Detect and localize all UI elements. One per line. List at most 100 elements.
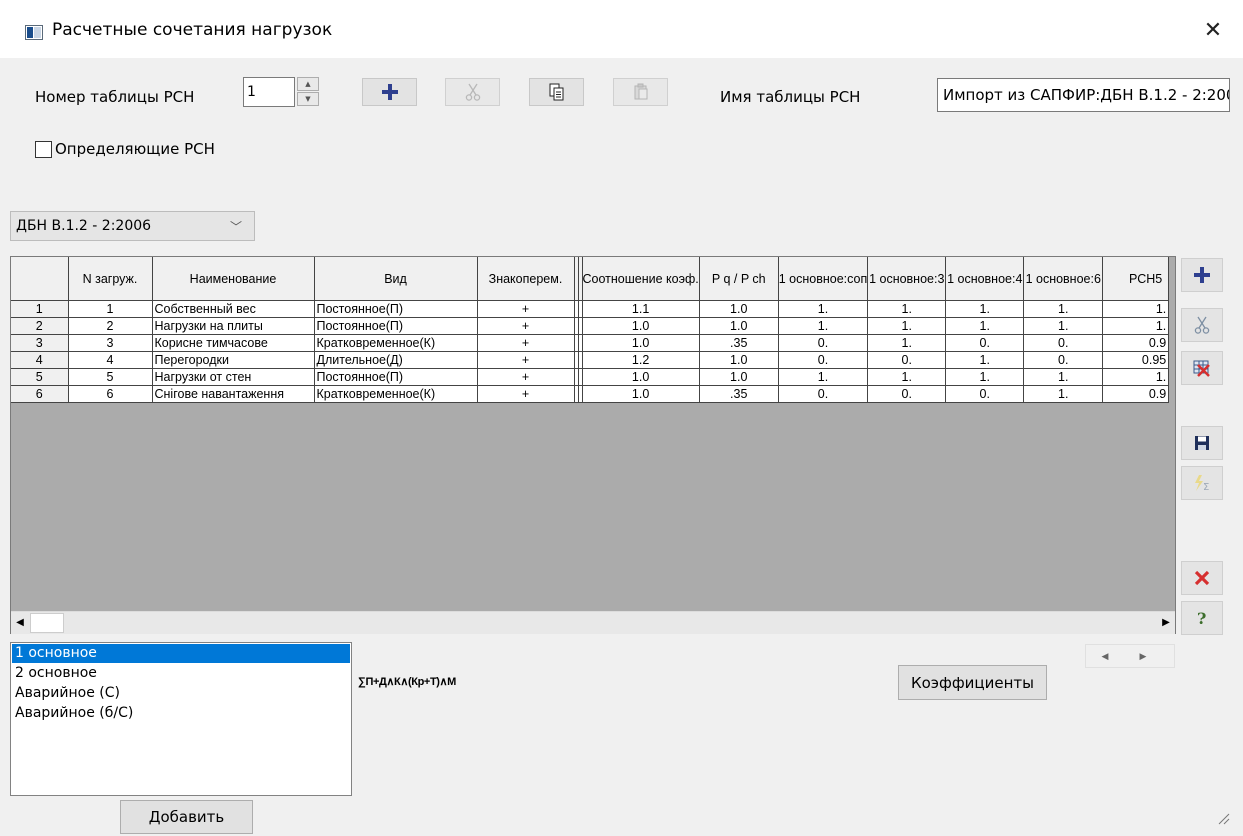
cell-ratio[interactable]: 1.0 (582, 385, 700, 403)
cell-combo[interactable]: 1. (945, 368, 1025, 386)
cell-pq[interactable]: 1.0 (699, 300, 779, 318)
cell-ratio[interactable]: 1.2 (582, 351, 700, 369)
row-header[interactable]: 2 (11, 317, 69, 335)
cell-combo[interactable]: 1. (945, 300, 1025, 318)
cell-combo[interactable]: 1. (867, 317, 947, 335)
grid-horizontal-scrollbar[interactable]: ◀ ▶ (11, 611, 1175, 634)
cell-pq[interactable]: 1.0 (699, 317, 779, 335)
cell-combo[interactable]: 1. (867, 334, 947, 352)
save-button[interactable] (1181, 426, 1223, 460)
cell-kind[interactable]: Длительное(Д) (314, 351, 478, 369)
row-header[interactable]: 1 (11, 300, 69, 318)
cut-row-button[interactable] (1181, 308, 1223, 342)
list-item[interactable]: Аварийное (С) (12, 684, 350, 703)
cell-kind[interactable]: Постоянное(П) (314, 300, 478, 318)
cell-combo[interactable]: 1. (1023, 317, 1104, 335)
cell-kind[interactable]: Кратковременное(К) (314, 385, 478, 403)
col-header-ratio[interactable]: Соотношение коэф. (582, 257, 700, 301)
delete-rows-button[interactable] (1181, 351, 1223, 385)
spinner-up-button[interactable]: ▲ (297, 77, 319, 91)
cell-combo[interactable]: 0. (1023, 351, 1104, 369)
cell-rsn5[interactable]: 1. (1102, 317, 1170, 335)
row-header[interactable]: 3 (11, 334, 69, 352)
cell-combo[interactable]: 1. (1023, 368, 1104, 386)
cell-combo[interactable]: 0. (945, 385, 1025, 403)
col-header-kind[interactable]: Вид (314, 257, 478, 301)
cell-name[interactable]: Корисне тимчасове (152, 334, 315, 352)
list-item[interactable]: 2 основное (12, 664, 350, 683)
cell-pq[interactable]: 1.0 (699, 351, 779, 369)
cell-combo[interactable]: 1. (778, 317, 869, 335)
cell-rsn5[interactable]: 1. (1102, 368, 1170, 386)
cell-ratio[interactable]: 1.0 (582, 334, 700, 352)
cell-name[interactable]: Снігове навантаження (152, 385, 315, 403)
cell-combo[interactable]: 1. (1023, 385, 1104, 403)
col-header-combo-3[interactable]: 1 основное:4 (945, 257, 1025, 301)
cell-sign[interactable]: + (477, 334, 575, 352)
cell-pq[interactable]: .35 (699, 334, 779, 352)
cell-combo[interactable]: 1. (1023, 300, 1104, 318)
nav-right-arrow-icon[interactable]: ▶ (1132, 645, 1154, 669)
col-header-name[interactable]: Наименование (152, 257, 315, 301)
row-header[interactable]: 5 (11, 368, 69, 386)
cell-combo[interactable]: 0. (778, 351, 869, 369)
cell-combo[interactable]: 1. (778, 368, 869, 386)
col-header-rsn5[interactable]: РСН5 (1102, 257, 1170, 301)
help-button[interactable]: ? (1181, 601, 1223, 635)
cell-sign[interactable]: + (477, 351, 575, 369)
cell-combo[interactable]: 0. (867, 351, 947, 369)
cell-ratio[interactable]: 1.1 (582, 300, 700, 318)
table-number-input[interactable] (243, 77, 295, 107)
cell-combo[interactable]: 1. (945, 317, 1025, 335)
cell-combo[interactable]: 1. (945, 351, 1025, 369)
calculate-button[interactable]: Σ (1181, 466, 1223, 500)
row-header[interactable]: 6 (11, 385, 69, 403)
defining-combinations-checkbox[interactable] (35, 141, 52, 158)
coefficients-button[interactable]: Коэффициенты (898, 665, 1047, 700)
table-row[interactable]: 3 3 Корисне тимчасове Кратковременное(К)… (11, 334, 1170, 352)
col-header-pq-pch[interactable]: P q / P ch (699, 257, 779, 301)
cell-ratio[interactable]: 1.0 (582, 317, 700, 335)
col-header-combo-2[interactable]: 1 основное:3 (867, 257, 947, 301)
list-item[interactable]: 1 основное (12, 644, 350, 663)
scroll-left-arrow-icon[interactable]: ◀ (11, 612, 29, 634)
cell-name[interactable]: Перегородки (152, 351, 315, 369)
cell-kind[interactable]: Постоянное(П) (314, 368, 478, 386)
add-button[interactable]: Добавить (120, 800, 253, 834)
cell-name[interactable]: Нагрузки от стен (152, 368, 315, 386)
col-header-load-number[interactable]: N загруж. (68, 257, 153, 301)
table-name-input[interactable] (937, 78, 1230, 112)
scrollbar-thumb[interactable] (30, 613, 64, 633)
table-row[interactable]: 1 1 Собственный вес Постоянное(П) + 1.1 … (11, 300, 1170, 318)
add-table-button[interactable] (362, 78, 417, 106)
col-header-combo-4[interactable]: 1 основное:6 (1023, 257, 1104, 301)
cell-sign[interactable]: + (477, 385, 575, 403)
scroll-right-arrow-icon[interactable]: ▶ (1157, 612, 1175, 634)
table-row[interactable]: 4 4 Перегородки Длительное(Д) + 1.2 1.0 … (11, 351, 1170, 369)
cell-load-number[interactable]: 6 (68, 385, 153, 403)
cell-combo[interactable]: 0. (945, 334, 1025, 352)
cell-sign[interactable]: + (477, 368, 575, 386)
col-header-sign[interactable]: Знакоперем. (477, 257, 575, 301)
cell-rsn5[interactable]: 0.9 (1102, 334, 1170, 352)
cell-combo[interactable]: 0. (778, 334, 869, 352)
cell-load-number[interactable]: 3 (68, 334, 153, 352)
cell-kind[interactable]: Кратковременное(К) (314, 334, 478, 352)
list-item[interactable]: Аварийное (б/С) (12, 704, 350, 723)
cell-pq[interactable]: .35 (699, 385, 779, 403)
cell-name[interactable]: Нагрузки на плиты (152, 317, 315, 335)
cell-rsn5[interactable]: 0.95 (1102, 351, 1170, 369)
cell-ratio[interactable]: 1.0 (582, 368, 700, 386)
close-button[interactable]: ✕ (1196, 14, 1230, 48)
col-header-combo-1[interactable]: 1 основное:соп (778, 257, 869, 301)
norm-select[interactable]: ДБН В.1.2 - 2:2006 ﹀ (10, 211, 255, 241)
combination-type-list[interactable]: 1 основное 2 основное Аварийное (С) Авар… (10, 642, 352, 796)
cell-combo[interactable]: 0. (867, 385, 947, 403)
cell-combo[interactable]: 1. (867, 300, 947, 318)
resize-grip-icon[interactable] (1215, 810, 1231, 826)
cell-combo[interactable]: 1. (867, 368, 947, 386)
cell-load-number[interactable]: 5 (68, 368, 153, 386)
cell-load-number[interactable]: 2 (68, 317, 153, 335)
cell-sign[interactable]: + (477, 317, 575, 335)
cell-combo[interactable]: 0. (1023, 334, 1104, 352)
